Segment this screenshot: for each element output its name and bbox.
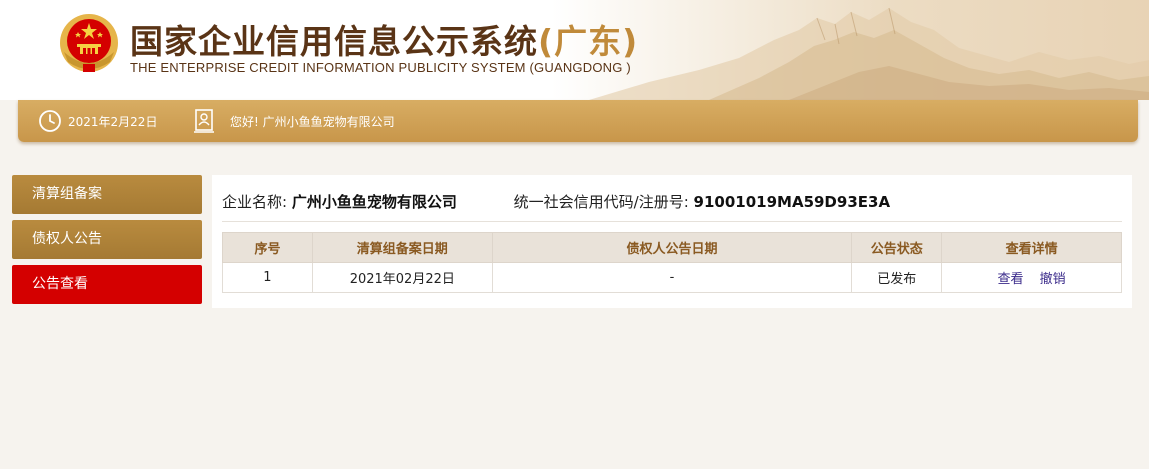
revoke-link[interactable]: 撤销 [1040, 272, 1066, 287]
column-header-notice-date: 债权人公告日期 [491, 232, 853, 263]
mountain-landscape-decoration [589, 7, 1149, 100]
site-title-english: THE ENTERPRISE CREDIT INFORMATION PUBLIC… [130, 60, 631, 75]
column-header-filing-date: 清算组备案日期 [311, 232, 493, 263]
column-header-status: 公告状态 [851, 232, 943, 263]
divider [222, 221, 1122, 222]
info-bar: 2021年2月22日 您好! 广州小鱼鱼宠物有限公司 [18, 100, 1138, 142]
cell-filing-date: 2021年02月22日 [311, 262, 493, 293]
site-title-main: 国家企业信用信息公示系统 [130, 22, 538, 61]
credit-code-label: 统一社会信用代码/注册号: [513, 193, 689, 211]
sidebar-menu: 清算组备案 债权人公告 公告查看 [12, 175, 202, 310]
user-card-icon [194, 109, 214, 133]
sidebar-item-liquidation-filing[interactable]: 清算组备案 [12, 175, 202, 214]
clock-icon [39, 110, 61, 132]
column-header-details: 查看详情 [941, 232, 1122, 263]
cell-actions: 查看 撤销 [941, 262, 1122, 293]
credit-code-value: 91001019MA59D93E3A [693, 193, 891, 211]
company-name-value: 广州小鱼鱼宠物有限公司 [291, 193, 457, 211]
company-name-label: 企业名称: [222, 193, 288, 211]
company-info-line: 企业名称: 广州小鱼鱼宠物有限公司 统一社会信用代码/注册号: 91001019… [222, 191, 890, 212]
notice-table: 序号 清算组备案日期 债权人公告日期 公告状态 查看详情 1 2021年02月2… [222, 232, 1122, 293]
site-title-region: (广东) [538, 22, 639, 61]
sidebar-item-notice-view[interactable]: 公告查看 [12, 265, 202, 304]
main-panel: 企业名称: 广州小鱼鱼宠物有限公司 统一社会信用代码/注册号: 91001019… [212, 175, 1132, 308]
cell-notice-date: - [491, 262, 853, 293]
table-row: 1 2021年02月22日 - 已发布 查看 撤销 [222, 262, 1122, 293]
cell-status: 已发布 [851, 262, 943, 293]
sidebar-item-creditor-notice[interactable]: 债权人公告 [12, 220, 202, 259]
column-header-index: 序号 [222, 232, 313, 263]
current-date: 2021年2月22日 [68, 115, 158, 129]
cell-index: 1 [222, 262, 313, 293]
site-header: 国家企业信用信息公示系统(广东) THE ENTERPRISE CREDIT I… [0, 0, 1149, 100]
site-title: 国家企业信用信息公示系统(广东) [130, 15, 638, 63]
national-emblem-icon [60, 14, 118, 72]
view-link[interactable]: 查看 [997, 272, 1023, 287]
table-header-row: 序号 清算组备案日期 债权人公告日期 公告状态 查看详情 [222, 232, 1122, 263]
user-greeting: 您好! 广州小鱼鱼宠物有限公司 [230, 115, 395, 129]
